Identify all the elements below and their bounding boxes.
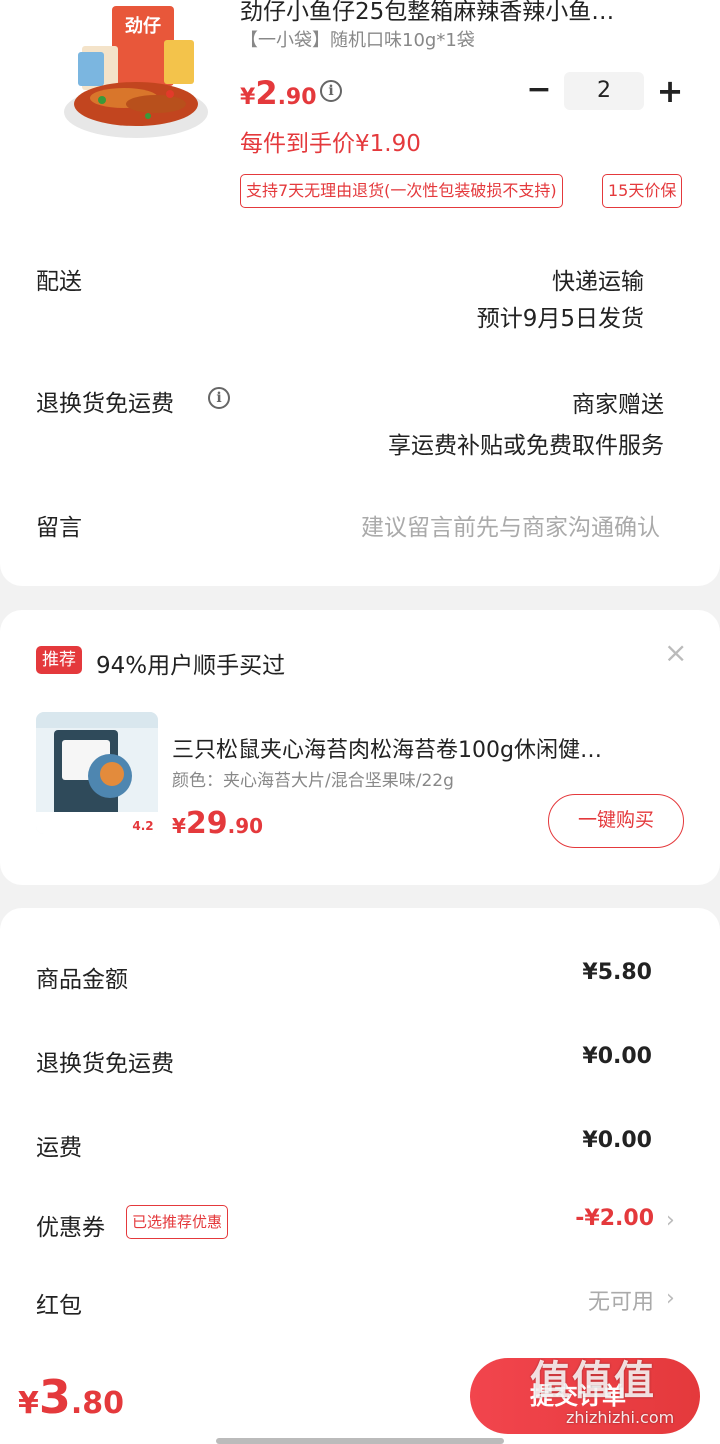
watermark-url: zhizhizhi.com xyxy=(566,1408,675,1427)
coupon-chevron-icon[interactable]: › xyxy=(666,1208,675,1233)
price-decimal: .90 xyxy=(277,85,317,110)
redpacket-value[interactable]: 无可用 xyxy=(588,1284,654,1316)
recommend-badge: 推荐 xyxy=(36,646,82,674)
recommend-headline: 94%用户顺手买过 xyxy=(96,653,286,679)
summary-return-value: ¥0.00 xyxy=(582,1044,652,1069)
return-freight-info-icon[interactable]: i xyxy=(208,387,230,409)
product-image-brand: 劲仔 xyxy=(125,15,161,37)
rec-price-decimal: .90 xyxy=(227,814,264,838)
price-integer: 2 xyxy=(255,74,278,112)
return-freight-label: 退换货免运费 xyxy=(36,391,174,417)
rec-price-integer: 29 xyxy=(185,806,228,841)
coupon-value[interactable]: -¥2.00 xyxy=(575,1206,654,1231)
total-currency: ¥ xyxy=(18,1386,39,1421)
redpacket-label: 红包 xyxy=(36,1293,82,1319)
order-card: 劲仔 劲仔小鱼仔25包整箱麻辣香辣小鱼… 【一小袋】随机口味10g*1袋 ¥2.… xyxy=(0,0,720,586)
recommend-item-title[interactable]: 三只松鼠夹心海苔肉松海苔卷100g休闲健… xyxy=(172,732,682,764)
message-input[interactable]: 建议留言前先与商家沟通确认 xyxy=(361,508,660,542)
quantity-decrease-button[interactable]: − xyxy=(524,72,554,112)
price-protect-tag: 15天价保 xyxy=(602,174,683,208)
recommendation-card: 推荐 94%用户顺手买过 × 4.2 三只松鼠夹心海苔肉松海苔卷100g休闲健…… xyxy=(0,610,720,885)
product-title[interactable]: 劲仔小鱼仔25包整箱麻辣香辣小鱼… xyxy=(240,0,680,26)
one-click-buy-button[interactable]: 一键购买 xyxy=(548,794,684,848)
coupon-label: 优惠券 xyxy=(36,1215,105,1241)
goods-amount-value: ¥5.80 xyxy=(582,960,652,985)
return-freight-desc: 享运费补贴或免费取件服务 xyxy=(388,433,664,459)
price-currency: ¥ xyxy=(240,85,256,110)
shipping-eta: 预计9月5日发货 xyxy=(476,306,644,332)
total-price: ¥3.80 xyxy=(18,1370,124,1424)
shipping-method[interactable]: 快递运输 xyxy=(552,262,644,296)
price-info-icon[interactable]: i xyxy=(320,80,342,102)
return-freight-value: 商家赠送 xyxy=(572,392,664,418)
recommend-item-spec: 颜色：夹心海苔大片/混合坚果味/22g xyxy=(172,771,454,791)
freight-value: ¥0.00 xyxy=(582,1128,652,1153)
goods-amount-label: 商品金额 xyxy=(36,967,128,993)
recommend-image-score: 4.2 xyxy=(132,819,153,833)
quantity-input[interactable]: 2 xyxy=(564,72,644,110)
quantity-increase-button[interactable]: + xyxy=(654,72,686,112)
product-spec[interactable]: 【一小袋】随机口味10g*1袋 xyxy=(240,26,475,52)
redpacket-chevron-icon[interactable]: › xyxy=(666,1286,675,1311)
coupon-tag: 已选推荐优惠 xyxy=(126,1205,229,1239)
total-integer: 3 xyxy=(38,1370,71,1424)
recommend-item-price: ¥29.90 xyxy=(172,806,263,841)
recommend-item-image[interactable]: 4.2 xyxy=(36,712,158,834)
close-icon[interactable]: × xyxy=(664,636,687,669)
rec-price-currency: ¥ xyxy=(172,814,186,838)
product-price: ¥2.90 xyxy=(240,74,317,112)
freight-label: 运费 xyxy=(36,1135,82,1161)
each-price-text: 每件到手价¥1.90 xyxy=(240,131,421,157)
product-image[interactable]: 劲仔 xyxy=(52,0,212,150)
total-decimal: .80 xyxy=(70,1386,125,1421)
home-indicator[interactable] xyxy=(216,1438,504,1444)
return-policy-tag: 支持7天无理由退货(一次性包装破损不支持) xyxy=(240,174,563,208)
shipping-label: 配送 xyxy=(36,269,82,295)
watermark-logo: 值值值 xyxy=(530,1358,656,1404)
summary-card: 商品金额 ¥5.80 退换货免运费 ¥0.00 运费 ¥0.00 优惠券 已选推… xyxy=(0,908,720,1348)
message-label: 留言 xyxy=(36,515,82,541)
summary-return-label: 退换货免运费 xyxy=(36,1051,174,1077)
